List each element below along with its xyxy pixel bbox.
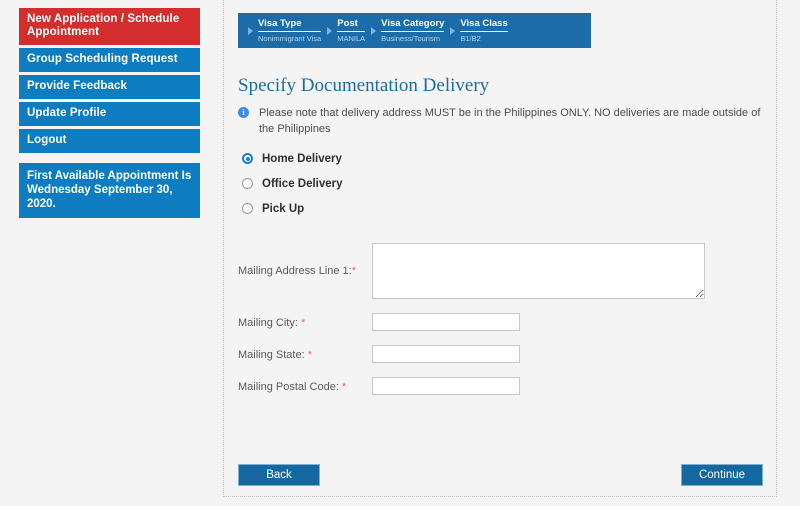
label-text: Mailing Postal Code: xyxy=(238,381,339,393)
sidebar-item-group-scheduling[interactable]: Group Scheduling Request xyxy=(19,48,200,72)
required-asterisk: * xyxy=(300,317,306,329)
availability-line-1: First Available Appointment Is xyxy=(27,170,192,182)
radio-home-delivery[interactable]: Home Delivery xyxy=(242,146,343,171)
field-row-mailing-state: Mailing State: * xyxy=(238,345,738,363)
sidebar-nav: New Application / Schedule Appointment Gr… xyxy=(19,8,200,156)
breadcrumb-arrow-icon xyxy=(450,26,456,35)
radio-office-delivery[interactable]: Office Delivery xyxy=(242,171,343,196)
breadcrumb-step-value: Business/Tourism xyxy=(381,33,440,43)
first-available-appointment-box: First Available Appointment Is Wednesday… xyxy=(19,163,200,218)
radio-label: Home Delivery xyxy=(262,152,342,165)
sidebar-item-new-application[interactable]: New Application / Schedule Appointment xyxy=(19,8,200,45)
label-mailing-address-line-1: Mailing Address Line 1:* xyxy=(238,243,372,277)
info-note-text: Please note that delivery address MUST b… xyxy=(259,107,761,135)
radio-pick-up[interactable]: Pick Up xyxy=(242,196,343,221)
mailing-address-form: Mailing Address Line 1:* Mailing City: * M… xyxy=(238,243,738,409)
breadcrumb-step-label: Post xyxy=(337,19,366,32)
breadcrumb-step-2[interactable]: Visa Category Business/Tourism xyxy=(381,19,445,43)
label-text: Mailing Address Line 1: xyxy=(238,265,352,277)
sidebar-item-logout[interactable]: Logout xyxy=(19,129,200,153)
field-row-mailing-address-line-1: Mailing Address Line 1:* xyxy=(238,243,738,299)
radio-label: Pick Up xyxy=(262,202,305,215)
label-text: Mailing State: xyxy=(238,349,305,361)
breadcrumb-step-label: Visa Class xyxy=(460,19,508,32)
input-mailing-state[interactable] xyxy=(372,345,520,363)
delivery-option-group: Home Delivery Office Delivery Pick Up xyxy=(242,146,343,221)
page-title: Specify Documentation Delivery xyxy=(238,75,490,96)
radio-label: Office Delivery xyxy=(262,177,343,190)
input-mailing-city[interactable] xyxy=(372,313,520,331)
breadcrumb-step-label: Visa Type xyxy=(258,19,322,32)
content-panel: Visa Type Nonimmigrant Visa Post MANILA Visa… xyxy=(223,0,777,497)
radio-button-icon[interactable] xyxy=(242,153,253,164)
sidebar-item-update-profile[interactable]: Update Profile xyxy=(19,102,200,126)
breadcrumb-step-value: MANILA xyxy=(337,33,366,43)
required-asterisk: * xyxy=(341,381,347,393)
label-mailing-postal-code: Mailing Postal Code: * xyxy=(238,377,372,393)
radio-button-icon[interactable] xyxy=(242,203,253,214)
radio-button-icon[interactable] xyxy=(242,178,253,189)
breadcrumb-arrow-icon xyxy=(371,26,377,35)
breadcrumb-step-label: Visa Category xyxy=(381,19,445,32)
breadcrumb-arrow-icon xyxy=(248,26,253,35)
field-row-mailing-postal-code: Mailing Postal Code: * xyxy=(238,377,738,395)
breadcrumb: Visa Type Nonimmigrant Visa Post MANILA Visa… xyxy=(238,13,591,48)
availability-line-2: Wednesday September 30, 2020. xyxy=(27,184,173,210)
required-asterisk: * xyxy=(351,265,357,277)
breadcrumb-arrow-icon xyxy=(327,26,333,35)
info-icon: i xyxy=(238,107,249,118)
label-mailing-city: Mailing City: * xyxy=(238,313,372,329)
input-mailing-address-line-1[interactable] xyxy=(372,243,705,299)
breadcrumb-step-3[interactable]: Visa Class B1/B2 xyxy=(460,19,508,43)
back-button[interactable]: Back xyxy=(238,464,320,486)
breadcrumb-step-value: B1/B2 xyxy=(460,33,481,43)
required-asterisk: * xyxy=(307,349,312,361)
sidebar-item-provide-feedback[interactable]: Provide Feedback xyxy=(19,75,200,99)
label-text: Mailing City: xyxy=(238,317,298,329)
breadcrumb-step-0[interactable]: Visa Type Nonimmigrant Visa xyxy=(258,19,322,43)
field-row-mailing-city: Mailing City: * xyxy=(238,313,738,331)
breadcrumb-step-1[interactable]: Post MANILA xyxy=(337,19,366,43)
input-mailing-postal-code[interactable] xyxy=(372,377,520,395)
label-mailing-state: Mailing State: * xyxy=(238,345,372,361)
continue-button[interactable]: Continue xyxy=(681,464,763,486)
breadcrumb-step-value: Nonimmigrant Visa xyxy=(258,33,322,43)
info-note: i Please note that delivery address MUST… xyxy=(238,105,764,137)
